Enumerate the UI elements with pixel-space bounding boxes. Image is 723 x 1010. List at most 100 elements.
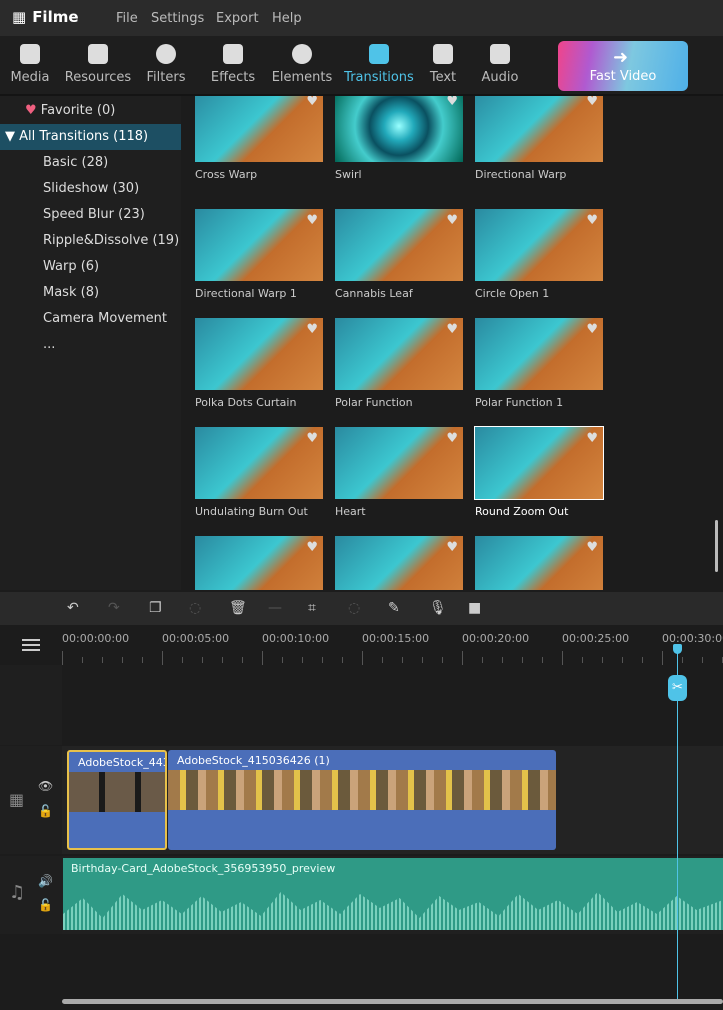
menu-export[interactable]: Export (216, 11, 259, 26)
rotate-icon[interactable]: ◌ (348, 600, 360, 616)
transition-thumbnail[interactable]: ♥ (195, 209, 323, 281)
ruler-tick (702, 657, 703, 663)
menu-help[interactable]: Help (272, 11, 302, 26)
transition-item[interactable]: ♥ (335, 536, 463, 590)
lock-icon[interactable]: 🔓 (38, 804, 53, 818)
heart-icon[interactable]: ♥ (446, 540, 458, 555)
transition-item[interactable]: ♥ Polka Dots Curtain (195, 318, 323, 409)
category-slideshow[interactable]: Slideshow (30) (0, 176, 181, 202)
transition-item[interactable]: ♥ Cannabis Leaf (335, 209, 463, 300)
edit-pencil-icon[interactable]: ✎ (388, 600, 400, 616)
category-camera-movement[interactable]: Camera Movement ... (0, 306, 181, 352)
video-clip[interactable]: AdobeStock_415036426 (1) (168, 750, 556, 850)
heart-icon[interactable]: ♥ (306, 96, 318, 109)
heart-icon[interactable]: ♥ (446, 213, 458, 228)
fast-video-button[interactable]: ➜ Fast Video (558, 41, 688, 91)
transition-thumbnail[interactable]: ♥ (474, 426, 604, 500)
delete-icon[interactable]: 🗑 (229, 600, 247, 616)
tab-effects[interactable]: Effects (198, 42, 268, 85)
video-track-header: ▦ 👁 🔓 (0, 746, 62, 854)
menu-icon[interactable] (22, 639, 40, 651)
lock-icon[interactable]: 🔓 (38, 898, 53, 912)
ruler-tick (542, 657, 543, 663)
volume-icon[interactable]: 🔊 (38, 874, 53, 888)
split-icon[interactable]: — (268, 600, 282, 616)
transition-thumbnail[interactable]: ♥ (475, 209, 603, 281)
transition-item[interactable]: ♥ Directional Warp 1 (195, 209, 323, 300)
category-favorite[interactable]: ♥ Favorite (0) (0, 98, 181, 124)
transition-thumbnail[interactable]: ♥ (475, 318, 603, 390)
heart-icon[interactable]: ♥ (586, 322, 598, 337)
timeline-ruler[interactable]: 00:00:00:00 00:00:05:00 00:00:10:00 00:00:1… (62, 625, 723, 665)
tab-filters[interactable]: Filters (131, 42, 201, 85)
transition-label: Swirl (335, 168, 362, 181)
transition-thumbnail[interactable]: ♥ (335, 96, 463, 162)
heart-icon[interactable]: ♥ (586, 431, 598, 446)
transition-item[interactable]: ♥ (475, 536, 603, 590)
crop-icon[interactable]: ⌗ (308, 600, 316, 616)
microphone-icon[interactable]: 🎙 (429, 600, 447, 616)
category-ripple-dissolve[interactable]: Ripple&Dissolve (19) (0, 228, 181, 254)
transition-item[interactable]: ♥ Cross Warp (195, 96, 323, 181)
video-track: ▦ 👁 🔓 AdobeStock_415036426 (1) AdobeStoc… (0, 746, 723, 854)
transition-thumbnail[interactable]: ♥ (335, 209, 463, 281)
transition-thumbnail[interactable]: ♥ (335, 318, 463, 390)
heart-icon[interactable]: ♥ (586, 213, 598, 228)
heart-icon[interactable]: ♥ (586, 96, 598, 109)
main-toolbar: Media Resources Filters Effects Elements… (0, 36, 723, 96)
video-clip-selected[interactable]: AdobeStock_443... (67, 750, 167, 850)
transition-item[interactable]: ♥ (195, 536, 323, 590)
transition-item[interactable]: ♥ Heart (335, 427, 463, 518)
transition-thumbnail[interactable]: ♥ (195, 318, 323, 390)
scissors-icon[interactable]: ✂ (668, 675, 687, 701)
heart-icon[interactable]: ♥ (306, 213, 318, 228)
transition-item[interactable]: ♥ Undulating Burn Out (195, 427, 323, 518)
transition-item[interactable]: ♥ Round Zoom Out (474, 426, 604, 518)
timecode-label: 00:00:25:00 (562, 632, 630, 645)
menu-file[interactable]: File (116, 11, 138, 26)
paste-icon[interactable]: ◌ (189, 600, 201, 616)
tab-media[interactable]: Media (0, 42, 65, 85)
heart-icon[interactable]: ♥ (446, 431, 458, 446)
menu-settings[interactable]: Settings (151, 11, 204, 26)
undo-icon[interactable]: ↶ (67, 600, 79, 616)
transition-thumbnail[interactable]: ♥ (195, 427, 323, 499)
timeline-scrollbar[interactable] (62, 999, 723, 1004)
redo-icon[interactable]: ↷ (108, 600, 120, 616)
transition-label: Circle Open 1 (475, 287, 550, 300)
tab-transitions[interactable]: Transitions (342, 42, 416, 85)
category-basic[interactable]: Basic (28) (0, 150, 181, 176)
category-speed-blur[interactable]: Speed Blur (23) (0, 202, 181, 228)
transition-item[interactable]: ♥ Directional Warp (475, 96, 603, 181)
transition-item[interactable]: ♥ Circle Open 1 (475, 209, 603, 300)
heart-icon[interactable]: ♥ (586, 540, 598, 555)
transition-item[interactable]: ♥ Polar Function (335, 318, 463, 409)
transition-thumbnail[interactable]: ♥ (195, 96, 323, 162)
category-mask[interactable]: Mask (8) (0, 280, 181, 306)
heart-icon[interactable]: ♥ (446, 96, 458, 109)
category-all-transitions[interactable]: ▼ All Transitions (118) (0, 124, 181, 150)
ruler-tick (142, 657, 143, 663)
heart-icon[interactable]: ♥ (306, 322, 318, 337)
transition-item[interactable]: ♥ Polar Function 1 (475, 318, 603, 409)
tab-label: Audio (481, 70, 519, 85)
transition-item[interactable]: ♥ Swirl (335, 96, 463, 181)
heart-icon[interactable]: ♥ (306, 540, 318, 555)
grid-scrollbar[interactable] (715, 520, 718, 572)
heart-icon[interactable]: ♥ (446, 322, 458, 337)
audio-clip[interactable]: Birthday-Card_AdobeStock_356953950_previ… (63, 858, 723, 930)
playhead-handle[interactable] (673, 644, 682, 654)
tab-resources[interactable]: Resources (63, 42, 133, 85)
transition-thumbnail[interactable]: ♥ (475, 96, 603, 162)
tab-audio[interactable]: Audio (465, 42, 535, 85)
category-warp[interactable]: Warp (6) (0, 254, 181, 280)
tab-elements[interactable]: Elements (267, 42, 337, 85)
eye-icon[interactable]: 👁 (38, 779, 53, 793)
transition-thumbnail[interactable]: ♥ (335, 427, 463, 499)
heart-icon[interactable]: ♥ (306, 431, 318, 446)
camera-icon[interactable]: ■ (468, 600, 481, 616)
copy-icon[interactable]: ❐ (149, 600, 162, 616)
transition-thumbnail[interactable]: ♥ (475, 536, 603, 590)
transition-thumbnail[interactable]: ♥ (195, 536, 323, 590)
transition-thumbnail[interactable]: ♥ (335, 536, 463, 590)
